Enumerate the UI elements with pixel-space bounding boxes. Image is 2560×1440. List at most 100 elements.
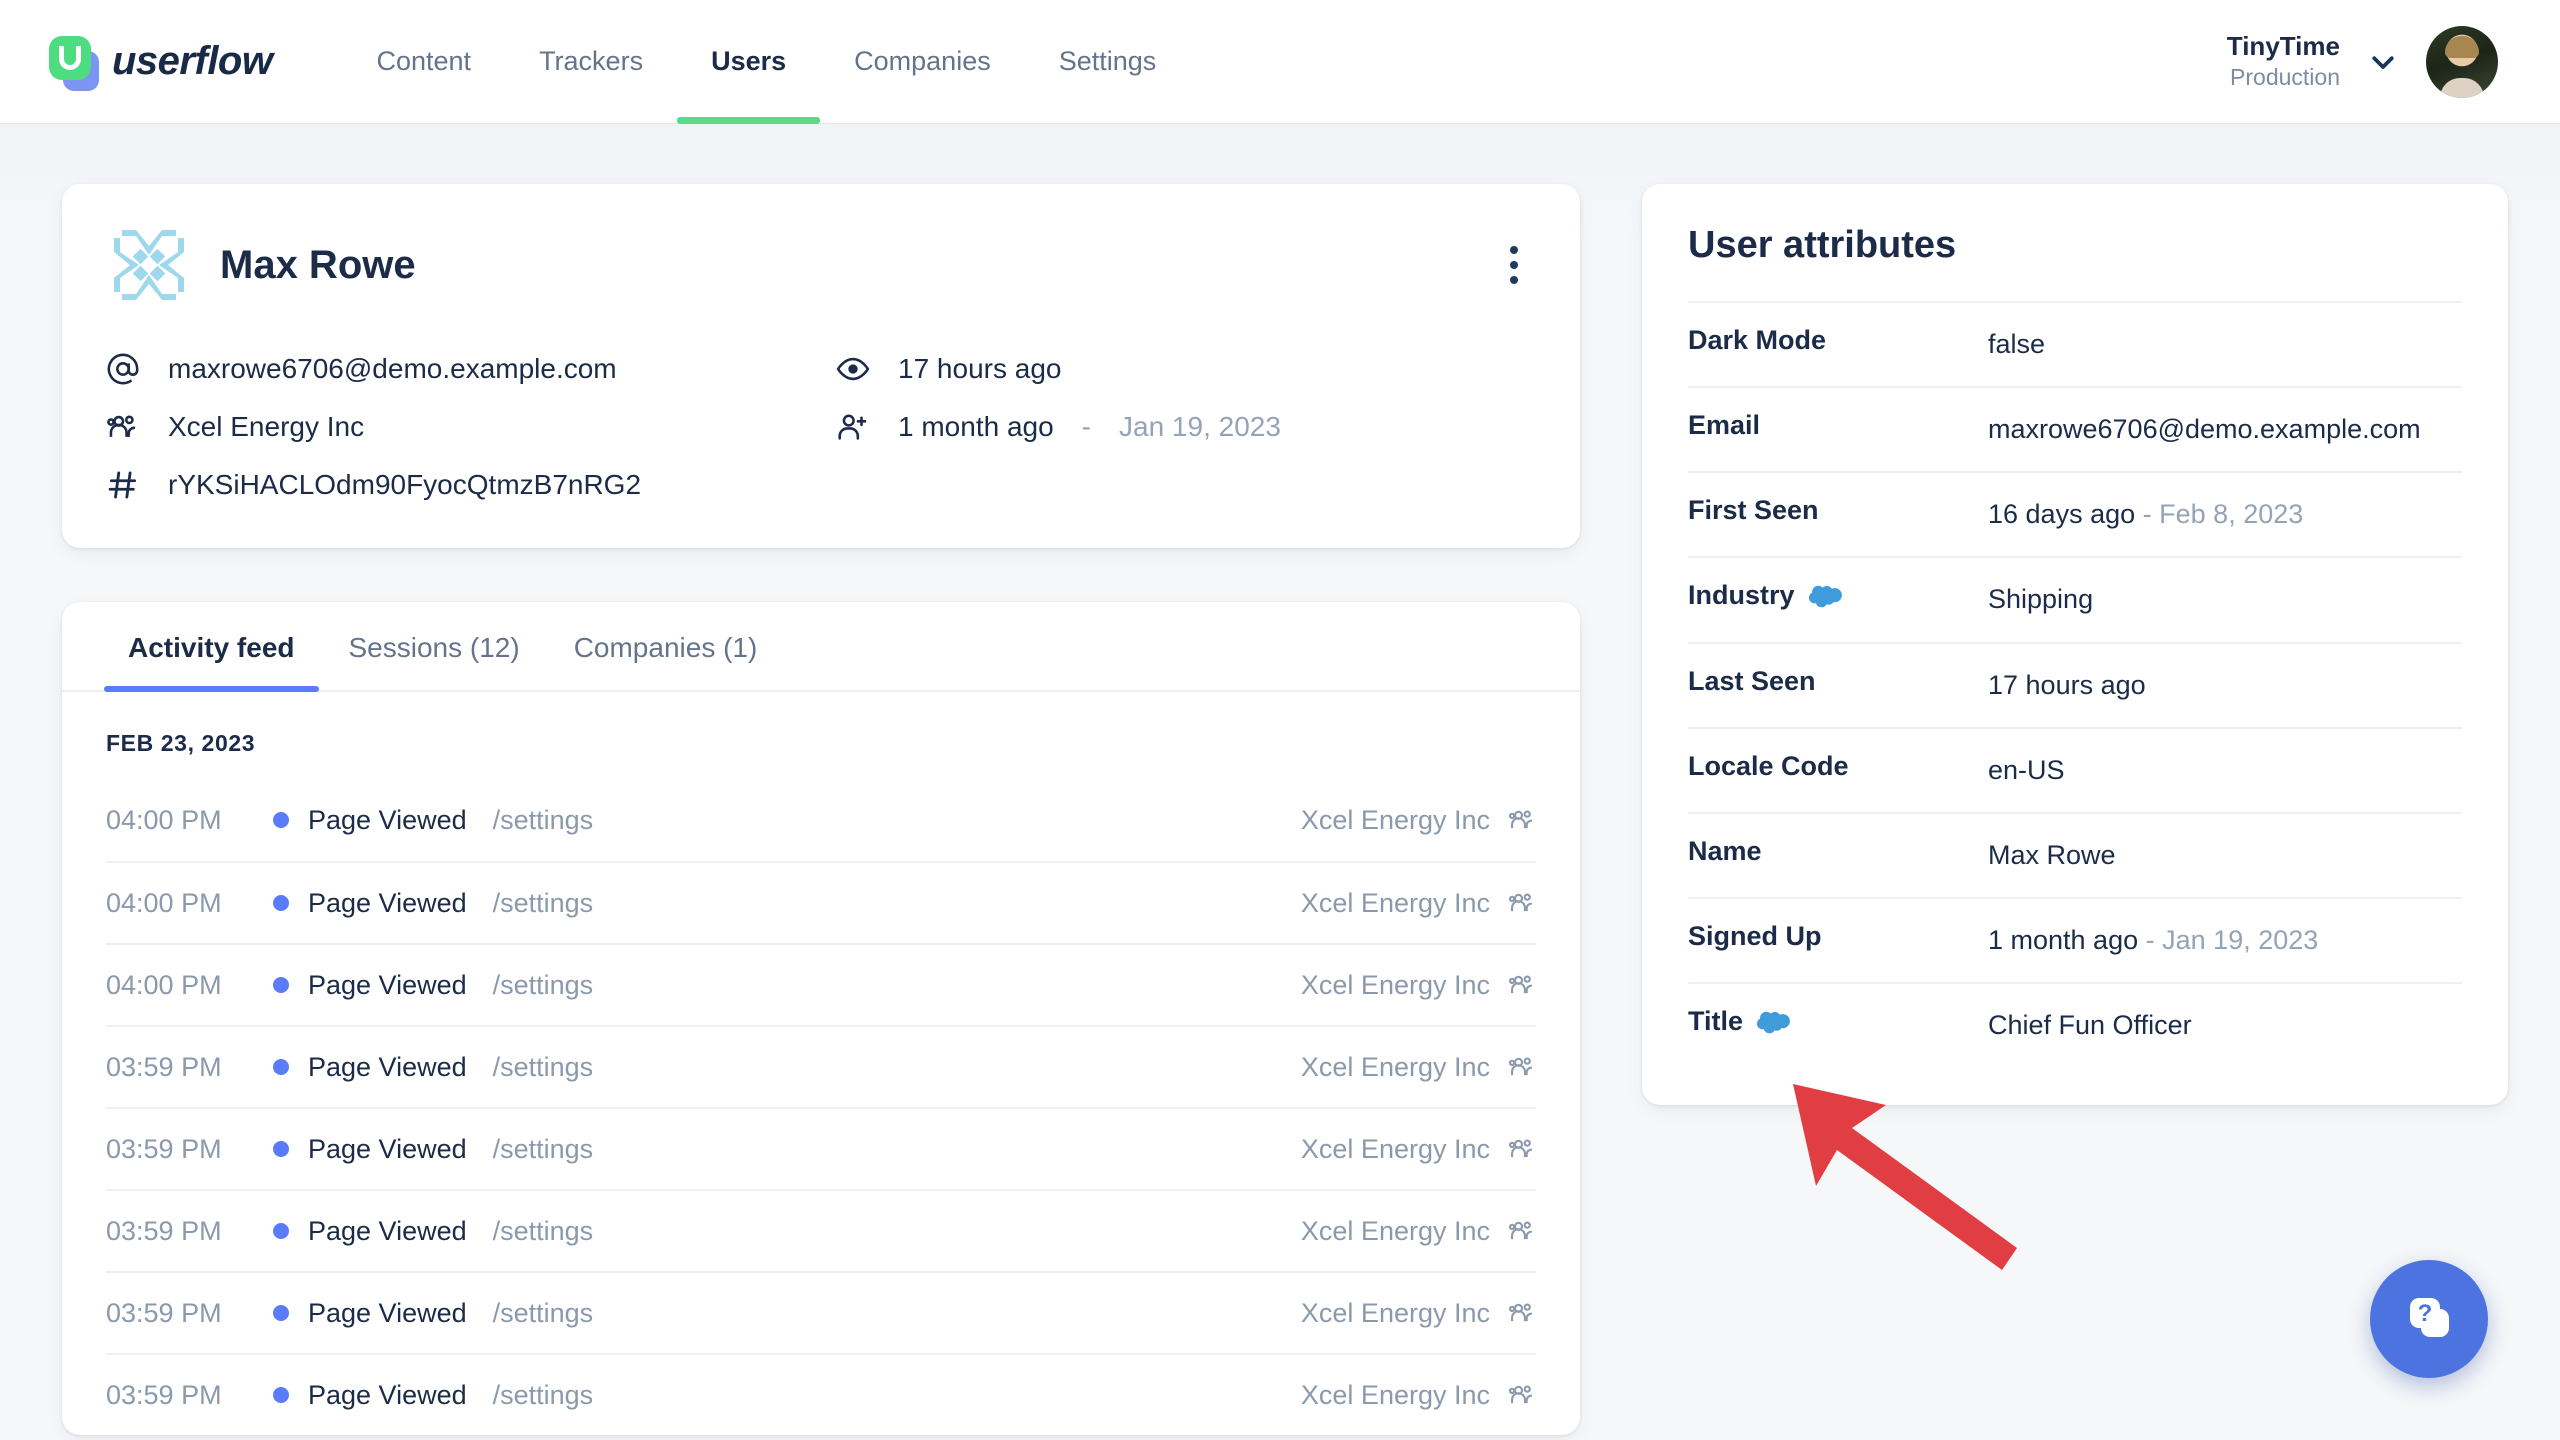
users-group-icon [1508, 889, 1536, 917]
hash-icon [106, 468, 146, 502]
event-dot-icon [254, 1223, 308, 1239]
profile-meta-last-seen: 17 hours ago [836, 352, 1536, 386]
attribute-value: maxrowe6706@demo.example.com [1988, 414, 2421, 445]
nav-label: Companies [854, 46, 991, 76]
table-row[interactable]: 04:00 PM Page Viewed /settings Xcel Ener… [106, 861, 1536, 943]
profile-meta-grid: maxrowe6706@demo.example.com 17 hours ag… [106, 352, 1536, 502]
user-avatar[interactable] [2426, 25, 2498, 98]
nav-item-content[interactable]: Content [342, 0, 505, 124]
feed-row-event: Page Viewed [308, 1051, 467, 1082]
org-switcher[interactable]: TinyTime Production [2227, 31, 2340, 92]
feed-row-time: 03:59 PM [106, 1215, 222, 1246]
attribute-key: First Seen [1688, 495, 1819, 526]
feed-row-event: Page Viewed [308, 1379, 467, 1410]
feed-day-header: FEB 23, 2023 [106, 730, 256, 756]
attribute-row-last-seen: Last Seen 17 hours ago [1688, 641, 2462, 727]
tab-activity-feed[interactable]: Activity feed [104, 602, 319, 692]
nav-label: Trackers [539, 46, 644, 76]
feed-row-company-name: Xcel Energy Inc [1300, 1133, 1490, 1164]
users-group-icon [1508, 971, 1536, 999]
activity-card: Activity feed Sessions (12) Companies (1… [62, 602, 1580, 1435]
chevron-down-icon[interactable] [2368, 47, 2398, 77]
feed-row-company-name: Xcel Energy Inc [1300, 887, 1490, 918]
event-dot-icon [254, 1387, 308, 1403]
header-right-cluster: TinyTime Production [2227, 25, 2498, 98]
feed-row-time: 04:00 PM [106, 887, 222, 918]
event-dot-icon [254, 977, 308, 993]
page-body: Max Rowe maxrowe6706@demo.example.com 17… [0, 124, 2560, 1440]
profile-last-seen-value: 17 hours ago [898, 353, 1062, 384]
profile-header: Max Rowe [106, 222, 1536, 308]
feed-row-event: Page Viewed [308, 969, 467, 1000]
feed-row-company: Xcel Energy Inc [1301, 1134, 1536, 1165]
feed-row-time: 03:59 PM [106, 1379, 222, 1410]
resource-center-help-button[interactable]: ? [2370, 1260, 2488, 1378]
table-row[interactable]: 03:59 PM Page Viewed /settings Xcel Ener… [106, 1353, 1536, 1435]
feed-row-company-name: Xcel Energy Inc [1300, 1051, 1490, 1082]
feed-row-company-name: Xcel Energy Inc [1300, 969, 1490, 1000]
attribute-value: 17 hours ago [1988, 669, 2146, 700]
feed-row-company-name: Xcel Energy Inc [1300, 1379, 1490, 1410]
userflow-logo[interactable]: userflow [46, 34, 273, 91]
event-dot-icon [254, 1305, 308, 1321]
feed-row-path: /settings [492, 887, 594, 918]
user-plus-icon [836, 410, 876, 444]
feed-row-time: 04:00 PM [106, 804, 222, 835]
feed-row-time: 04:00 PM [106, 969, 222, 1000]
attribute-value-date: Jan 19, 2023 [2162, 924, 2319, 955]
users-group-icon [1508, 1217, 1536, 1245]
attribute-key: Last Seen [1688, 665, 1816, 696]
attribute-value: Max Rowe [1988, 839, 2116, 870]
feed-row-event: Page Viewed [308, 1215, 467, 1246]
table-row[interactable]: 03:59 PM Page Viewed /settings Xcel Ener… [106, 1271, 1536, 1353]
feed-row-company: Xcel Energy Inc [1301, 1380, 1536, 1411]
left-column: Max Rowe maxrowe6706@demo.example.com 17… [62, 184, 1580, 1435]
nav-item-users[interactable]: Users [677, 0, 821, 124]
attribute-value: 16 days ago [1988, 499, 2136, 530]
table-row[interactable]: 03:59 PM Page Viewed /settings Xcel Ener… [106, 1189, 1536, 1271]
tab-label: Companies (1) [573, 632, 758, 663]
feed-row-time: 03:59 PM [106, 1051, 222, 1082]
profile-meta-user-id: rYKSiHACLOdm90FyocQtmzB7nRG2 [106, 468, 836, 502]
salesforce-cloud-icon [1808, 583, 1843, 609]
attribute-row-first-seen: First Seen 16 days ago - Feb 8, 2023 [1688, 471, 2462, 556]
nav-item-companies[interactable]: Companies [820, 0, 1025, 124]
feed-row-company: Xcel Energy Inc [1301, 1216, 1536, 1247]
tab-companies[interactable]: Companies (1) [550, 602, 782, 690]
users-group-icon [1508, 1299, 1536, 1327]
profile-company-value: Xcel Energy Inc [168, 411, 365, 442]
event-dot-icon [254, 812, 308, 828]
meta-dash: - [1081, 411, 1091, 442]
profile-user-id-value: rYKSiHACLOdm90FyocQtmzB7nRG2 [168, 469, 642, 500]
attribute-row-email: Email maxrowe6706@demo.example.com [1688, 386, 2462, 471]
nav-label: Settings [1058, 46, 1157, 76]
feed-row-event: Page Viewed [308, 804, 467, 835]
feed-row-path: /settings [492, 1133, 594, 1164]
attribute-value-date: Feb 8, 2023 [2159, 499, 2304, 530]
userflow-logo-text: userflow [112, 39, 273, 83]
users-group-icon [106, 410, 146, 444]
tab-sessions[interactable]: Sessions (12) [325, 602, 544, 690]
feed-row-time: 03:59 PM [106, 1297, 222, 1328]
nav-item-trackers[interactable]: Trackers [505, 0, 677, 124]
nav-label: Users [711, 46, 787, 76]
feed-row-path: /settings [492, 1297, 594, 1328]
kebab-menu-icon[interactable] [1492, 243, 1536, 287]
salesforce-cloud-icon [1757, 1009, 1791, 1035]
table-row[interactable]: 04:00 PM Page Viewed /settings Xcel Ener… [106, 779, 1536, 861]
profile-meta-email: maxrowe6706@demo.example.com [106, 352, 836, 386]
nav-item-settings[interactable]: Settings [1025, 0, 1191, 124]
table-row[interactable]: 03:59 PM Page Viewed /settings Xcel Ener… [106, 1025, 1536, 1107]
event-dot-icon [254, 895, 308, 911]
table-row[interactable]: 03:59 PM Page Viewed /settings Xcel Ener… [106, 1107, 1536, 1189]
eye-icon [836, 352, 876, 386]
feed-row-path: /settings [492, 1051, 594, 1082]
table-row[interactable]: 04:00 PM Page Viewed /settings Xcel Ener… [106, 943, 1536, 1025]
feed-row-company-name: Xcel Energy Inc [1300, 1297, 1490, 1328]
feed-row-company: Xcel Energy Inc [1301, 805, 1536, 836]
feed-row-path: /settings [492, 969, 594, 1000]
feed-row-company: Xcel Energy Inc [1301, 1298, 1536, 1329]
feed-row-path: /settings [492, 1379, 594, 1410]
users-group-icon [1508, 1135, 1536, 1163]
user-attributes-card: User attributes Dark Mode false Email ma… [1642, 184, 2508, 1106]
